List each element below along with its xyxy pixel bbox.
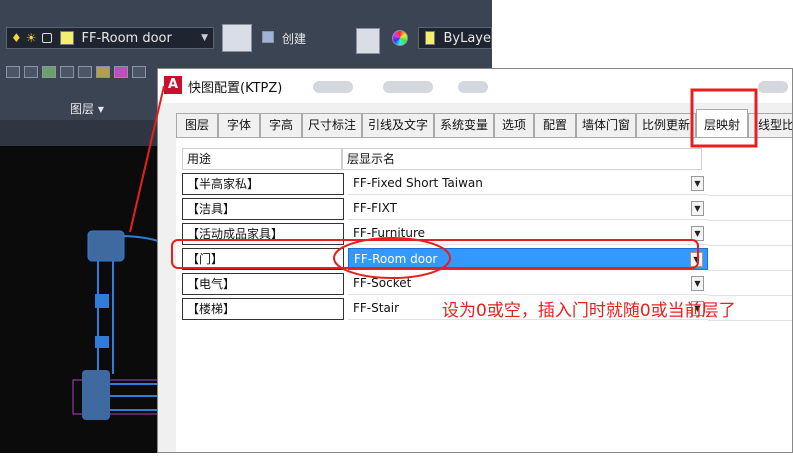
chevron-down-icon[interactable]: ▼ bbox=[691, 176, 704, 191]
use-cell: 【楼梯】 bbox=[182, 298, 344, 320]
layer-tool-icon[interactable] bbox=[24, 66, 38, 78]
tab-font[interactable]: 字体 bbox=[218, 113, 260, 137]
layer-cell-value: FF-Fixed Short Taiwan bbox=[353, 176, 483, 190]
table-row[interactable]: 【电气】 FF-Socket ▼ bbox=[182, 273, 792, 298]
tab-layer-mapping[interactable]: 层映射 bbox=[696, 109, 748, 138]
tab-config[interactable]: 配置 bbox=[534, 113, 576, 137]
layer-cell[interactable]: FF-FIXT ▼ bbox=[348, 198, 708, 220]
row-filler bbox=[708, 198, 792, 221]
chevron-down-icon[interactable]: ▼ bbox=[691, 201, 704, 216]
create-button[interactable]: 创建 bbox=[282, 30, 306, 47]
layer-tool-icon[interactable] bbox=[6, 66, 20, 78]
use-cell: 【电气】 bbox=[182, 273, 344, 295]
blurred-region bbox=[383, 81, 433, 93]
config-dialog: A 快图配置(KTPZ) 图层 字体 字高 尺寸标注 引线及文字 系统变量 选项… bbox=[157, 68, 793, 453]
create-icon bbox=[262, 31, 274, 43]
layer-tool-icon[interactable] bbox=[78, 66, 92, 78]
layer-cell[interactable]: FF-Socket ▼ bbox=[348, 273, 708, 295]
table-row[interactable]: 【半高家私】 FF-Fixed Short Taiwan ▼ bbox=[182, 173, 792, 198]
tab-dimension[interactable]: 尺寸标注 bbox=[302, 113, 362, 137]
layer-panel-label[interactable]: 图层 ▾ bbox=[70, 100, 104, 117]
color-dropdown[interactable]: ByLaye bbox=[418, 27, 492, 49]
use-cell: 【半高家私】 bbox=[182, 173, 344, 195]
row-filler bbox=[708, 173, 792, 196]
tab-scale-update[interactable]: 比例更新 bbox=[636, 113, 696, 137]
tab-options[interactable]: 选项 bbox=[494, 113, 534, 137]
dialog-titlebar[interactable]: A 快图配置(KTPZ) bbox=[158, 69, 792, 103]
tab-text-height[interactable]: 字高 bbox=[260, 113, 302, 137]
tab-system-vars[interactable]: 系统变量 bbox=[434, 113, 494, 137]
row-filler bbox=[708, 273, 792, 296]
layer-tool-icon[interactable] bbox=[60, 66, 74, 78]
tab-linetype-scale[interactable]: 线型比例 bbox=[748, 113, 792, 137]
chevron-down-icon: ▼ bbox=[201, 33, 208, 43]
layer-dropdown[interactable]: ♦ ☀ FF-Room door ▼ bbox=[6, 27, 214, 49]
color-dropdown-value: ByLaye bbox=[443, 30, 491, 46]
table-row[interactable]: 【活动成品家具】 FF-Furniture ▼ bbox=[182, 223, 792, 248]
dialog-title: 快图配置(KTPZ) bbox=[188, 81, 283, 96]
tab-bar: 图层 字体 字高 尺寸标注 引线及文字 系统变量 选项 配置 墙体门窗 比例更新… bbox=[176, 109, 792, 138]
layer-cell-selected[interactable]: FF-Room door ▼ bbox=[348, 248, 708, 270]
color-wheel-icon[interactable] bbox=[392, 30, 408, 46]
layer-cell[interactable]: FF-Furniture ▼ bbox=[348, 223, 708, 245]
blurred-region bbox=[758, 81, 788, 93]
color-swatch bbox=[425, 31, 436, 45]
row-filler bbox=[708, 223, 792, 246]
lock-icon bbox=[41, 33, 52, 43]
use-cell: 【活动成品家具】 bbox=[182, 223, 344, 245]
bulb-icon: ♦ bbox=[11, 31, 22, 45]
autocad-logo-icon: A bbox=[164, 76, 182, 94]
column-header-use[interactable]: 用途 bbox=[182, 148, 342, 170]
layer-cell-value: FF-Stair bbox=[353, 301, 400, 315]
chevron-down-icon[interactable]: ▼ bbox=[690, 252, 703, 267]
insert-block-icon[interactable] bbox=[222, 24, 252, 52]
layer-cell-value: FF-Socket bbox=[353, 276, 412, 290]
layer-cell[interactable]: FF-Fixed Short Taiwan ▼ bbox=[348, 173, 708, 195]
match-properties-icon[interactable] bbox=[356, 28, 380, 54]
tab-layer[interactable]: 图层 bbox=[176, 113, 218, 137]
column-header-layer-name[interactable]: 层显示名 bbox=[342, 148, 702, 170]
layer-color-swatch bbox=[59, 31, 74, 45]
layer-dropdown-value: FF-Room door bbox=[81, 30, 172, 46]
chevron-down-icon[interactable]: ▼ bbox=[691, 226, 704, 241]
layer-cell-value: FF-Furniture bbox=[353, 226, 426, 240]
use-cell: 【洁具】 bbox=[182, 198, 344, 220]
table-row-selected[interactable]: 【门】 FF-Room door ▼ bbox=[182, 248, 792, 273]
layer-tool-icon[interactable] bbox=[114, 66, 128, 78]
tab-wall-door-window[interactable]: 墙体门窗 bbox=[576, 113, 636, 137]
row-filler bbox=[708, 248, 792, 271]
blurred-region bbox=[458, 81, 488, 93]
layer-tool-icon[interactable] bbox=[96, 66, 110, 78]
layer-tool-icon[interactable] bbox=[132, 66, 146, 78]
sun-icon: ☀ bbox=[25, 31, 37, 45]
layer-cell-value: FF-FIXT bbox=[353, 201, 397, 215]
table-row[interactable]: 【洁具】 FF-FIXT ▼ bbox=[182, 198, 792, 223]
layer-cell-value: FF-Room door bbox=[354, 252, 438, 266]
blurred-region bbox=[313, 81, 353, 93]
use-cell: 【门】 bbox=[182, 248, 344, 270]
layer-tool-icon[interactable] bbox=[42, 66, 56, 78]
chevron-down-icon[interactable]: ▼ bbox=[691, 276, 704, 291]
tab-leader-text[interactable]: 引线及文字 bbox=[362, 113, 434, 137]
annotation-note: 设为0或空，插入门时就随0或当前层了 bbox=[442, 301, 736, 321]
layer-mapping-panel: 用途 层显示名 【半高家私】 FF-Fixed Short Taiwan ▼ 【洁… bbox=[176, 137, 792, 452]
